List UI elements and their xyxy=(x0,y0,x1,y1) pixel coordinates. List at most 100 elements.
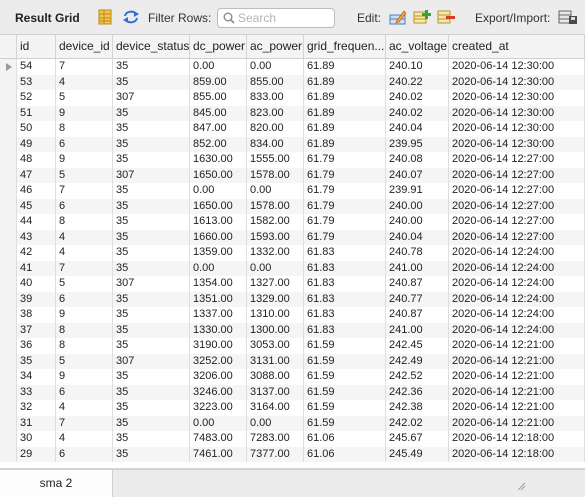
cell-device-id[interactable]: 5 xyxy=(56,276,113,292)
table-row[interactable]: 47 5 307 1650.00 1578.00 61.79 240.07 2020-06-1… xyxy=(0,167,585,183)
cell-grid-frequency[interactable]: 61.83 xyxy=(304,260,386,276)
refresh-icon[interactable] xyxy=(122,9,139,25)
cell-grid-frequency[interactable]: 61.06 xyxy=(304,446,386,462)
cell-device-status[interactable]: 35 xyxy=(113,400,190,416)
cell-created-at[interactable]: 2020-06-14 12:21:00 xyxy=(449,384,585,400)
cell-dc-power[interactable]: 3252.00 xyxy=(190,353,247,369)
cell-dc-power[interactable]: 7461.00 xyxy=(190,446,247,462)
table-row[interactable]: 38 9 35 1337.00 1310.00 61.83 240.87 2020-06-14… xyxy=(0,307,585,323)
cell-created-at[interactable]: 2020-06-14 12:21:00 xyxy=(449,415,585,431)
cell-ac-power[interactable]: 1578.00 xyxy=(247,198,304,214)
row-selector[interactable] xyxy=(0,431,17,447)
cell-grid-frequency[interactable]: 61.79 xyxy=(304,183,386,199)
table-row[interactable]: 34 9 35 3206.00 3088.00 61.59 242.52 2020-06-14… xyxy=(0,369,585,385)
cell-id[interactable]: 39 xyxy=(17,291,56,307)
export-icon[interactable] xyxy=(558,9,577,25)
cell-grid-frequency[interactable]: 61.83 xyxy=(304,322,386,338)
row-selector[interactable] xyxy=(0,74,17,90)
cell-ac-voltage[interactable]: 240.00 xyxy=(386,198,449,214)
cell-ac-voltage[interactable]: 242.02 xyxy=(386,415,449,431)
cell-device-id[interactable]: 9 xyxy=(56,369,113,385)
column-header-dc-power[interactable]: dc_power xyxy=(190,35,247,58)
cell-grid-frequency[interactable]: 61.89 xyxy=(304,59,386,75)
cell-ac-voltage[interactable]: 245.67 xyxy=(386,431,449,447)
cell-grid-frequency[interactable]: 61.89 xyxy=(304,90,386,106)
cell-created-at[interactable]: 2020-06-14 12:21:00 xyxy=(449,353,585,369)
cell-device-status[interactable]: 35 xyxy=(113,431,190,447)
row-selector[interactable] xyxy=(0,245,17,261)
cell-ac-voltage[interactable]: 240.10 xyxy=(386,59,449,75)
cell-device-id[interactable]: 8 xyxy=(56,214,113,230)
cell-device-id[interactable]: 5 xyxy=(56,90,113,106)
cell-device-id[interactable]: 7 xyxy=(56,59,113,75)
cell-created-at[interactable]: 2020-06-14 12:30:00 xyxy=(449,121,585,137)
cell-dc-power[interactable]: 1630.00 xyxy=(190,152,247,168)
cell-ac-power[interactable]: 7377.00 xyxy=(247,446,304,462)
cell-created-at[interactable]: 2020-06-14 12:24:00 xyxy=(449,260,585,276)
cell-device-id[interactable]: 5 xyxy=(56,167,113,183)
row-selector[interactable] xyxy=(0,400,17,416)
cell-id[interactable]: 48 xyxy=(17,152,56,168)
cell-created-at[interactable]: 2020-06-14 12:24:00 xyxy=(449,276,585,292)
cell-device-status[interactable]: 35 xyxy=(113,291,190,307)
cell-dc-power[interactable]: 1351.00 xyxy=(190,291,247,307)
cell-grid-frequency[interactable]: 61.89 xyxy=(304,105,386,121)
cell-ac-voltage[interactable]: 240.00 xyxy=(386,214,449,230)
cell-grid-frequency[interactable]: 61.83 xyxy=(304,307,386,323)
cell-id[interactable]: 35 xyxy=(17,353,56,369)
row-selector[interactable] xyxy=(0,90,17,106)
cell-ac-voltage[interactable]: 240.87 xyxy=(386,276,449,292)
cell-ac-voltage[interactable]: 240.02 xyxy=(386,105,449,121)
cell-created-at[interactable]: 2020-06-14 12:18:00 xyxy=(449,431,585,447)
table-row[interactable]: 52 5 307 855.00 833.00 61.89 240.02 2020-06-14 … xyxy=(0,90,585,106)
table-row[interactable]: 31 7 35 0.00 0.00 61.59 242.02 2020-06-14 12:21… xyxy=(0,415,585,431)
cell-ac-power[interactable]: 0.00 xyxy=(247,415,304,431)
row-selector[interactable] xyxy=(0,307,17,323)
cell-created-at[interactable]: 2020-06-14 12:27:00 xyxy=(449,214,585,230)
table-row[interactable]: 35 5 307 3252.00 3131.00 61.59 242.49 2020-06-1… xyxy=(0,353,585,369)
cell-dc-power[interactable]: 855.00 xyxy=(190,90,247,106)
row-selector[interactable] xyxy=(0,353,17,369)
cell-created-at[interactable]: 2020-06-14 12:27:00 xyxy=(449,183,585,199)
row-selector[interactable] xyxy=(0,338,17,354)
cell-device-status[interactable]: 35 xyxy=(113,229,190,245)
cell-grid-frequency[interactable]: 61.59 xyxy=(304,338,386,354)
cell-ac-voltage[interactable]: 241.00 xyxy=(386,322,449,338)
cell-created-at[interactable]: 2020-06-14 12:30:00 xyxy=(449,59,585,75)
cell-id[interactable]: 37 xyxy=(17,322,56,338)
row-selector[interactable] xyxy=(0,152,17,168)
cell-created-at[interactable]: 2020-06-14 12:27:00 xyxy=(449,229,585,245)
cell-ac-voltage[interactable]: 240.22 xyxy=(386,74,449,90)
table-row[interactable]: 43 4 35 1660.00 1593.00 61.79 240.04 2020-06-14… xyxy=(0,229,585,245)
cell-created-at[interactable]: 2020-06-14 12:24:00 xyxy=(449,291,585,307)
table-row[interactable]: 53 4 35 859.00 855.00 61.89 240.22 2020-06-14 1… xyxy=(0,74,585,90)
table-row[interactable]: 36 8 35 3190.00 3053.00 61.59 242.45 2020-06-14… xyxy=(0,338,585,354)
cell-ac-power[interactable]: 855.00 xyxy=(247,74,304,90)
cell-ac-power[interactable]: 1332.00 xyxy=(247,245,304,261)
cell-created-at[interactable]: 2020-06-14 12:30:00 xyxy=(449,90,585,106)
cell-id[interactable]: 54 xyxy=(17,59,56,75)
cell-device-status[interactable]: 35 xyxy=(113,245,190,261)
cell-id[interactable]: 38 xyxy=(17,307,56,323)
resize-handle-icon[interactable] xyxy=(516,478,526,496)
search-field[interactable] xyxy=(217,8,335,28)
cell-ac-voltage[interactable]: 240.02 xyxy=(386,90,449,106)
cell-grid-frequency[interactable]: 61.79 xyxy=(304,229,386,245)
table-row[interactable]: 50 8 35 847.00 820.00 61.89 240.04 2020-06-14 1… xyxy=(0,121,585,137)
cell-device-status[interactable]: 307 xyxy=(113,353,190,369)
table-row[interactable]: 44 8 35 1613.00 1582.00 61.79 240.00 2020-06-14… xyxy=(0,214,585,230)
row-selector[interactable] xyxy=(0,276,17,292)
cell-device-status[interactable]: 35 xyxy=(113,384,190,400)
row-selector[interactable] xyxy=(0,369,17,385)
table-row[interactable]: 49 6 35 852.00 834.00 61.89 239.95 2020-06-14 1… xyxy=(0,136,585,152)
cell-id[interactable]: 45 xyxy=(17,198,56,214)
cell-ac-voltage[interactable]: 239.95 xyxy=(386,136,449,152)
cell-ac-power[interactable]: 0.00 xyxy=(247,260,304,276)
cell-created-at[interactable]: 2020-06-14 12:30:00 xyxy=(449,74,585,90)
cell-device-id[interactable]: 6 xyxy=(56,446,113,462)
cell-ac-voltage[interactable]: 240.87 xyxy=(386,307,449,323)
cell-device-status[interactable]: 35 xyxy=(113,446,190,462)
cell-dc-power[interactable]: 1359.00 xyxy=(190,245,247,261)
cell-device-id[interactable]: 8 xyxy=(56,322,113,338)
table-row[interactable]: 41 7 35 0.00 0.00 61.83 241.00 2020-06-14 12:24… xyxy=(0,260,585,276)
